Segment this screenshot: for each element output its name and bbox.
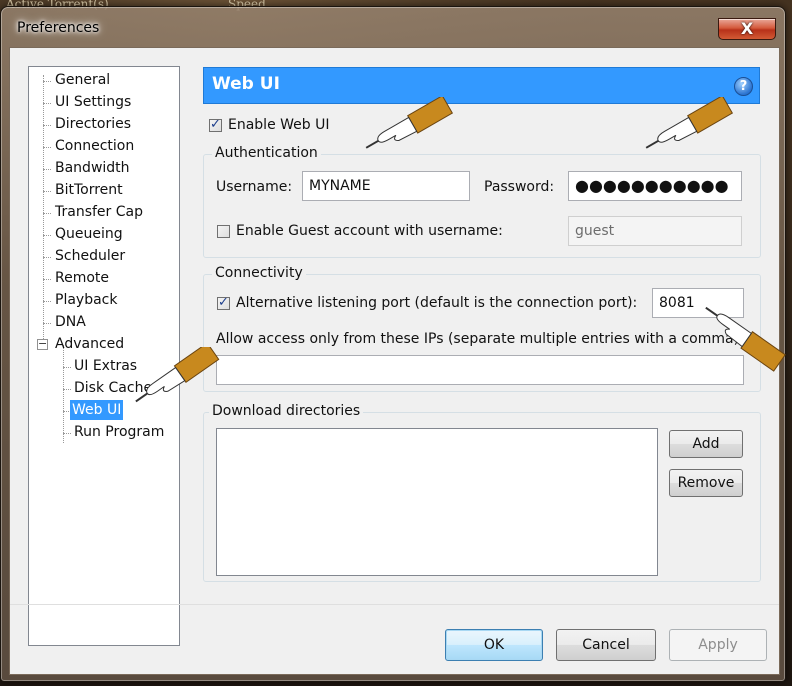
password-field[interactable]: ●●●●●●●●●●●: [568, 171, 742, 201]
authentication-group-title: Authentication: [212, 145, 321, 161]
tree-connector: [63, 433, 71, 434]
tree-item-ui-settings[interactable]: UI Settings: [53, 92, 133, 112]
download-directories-list[interactable]: [216, 428, 658, 576]
tree-connector: [43, 81, 51, 82]
window-title: Preferences: [17, 20, 100, 36]
dialog-footer: [10, 604, 779, 674]
tree-connector: [43, 235, 51, 236]
tree-connector: [43, 257, 51, 258]
tree-connector: [63, 389, 71, 390]
tree-connector: [43, 213, 51, 214]
username-field[interactable]: MYNAME: [302, 171, 470, 201]
tree-item-general[interactable]: General: [53, 70, 112, 90]
ok-button[interactable]: OK: [445, 629, 543, 661]
apply-button: Apply: [669, 629, 767, 661]
tree-connector: [43, 125, 51, 126]
tree-item-queueing[interactable]: Queueing: [53, 224, 125, 244]
tree-item-bandwidth[interactable]: Bandwidth: [53, 158, 132, 178]
tree-item-run-program[interactable]: Run Program: [72, 422, 166, 442]
alt-port-label[interactable]: Alternative listening port (default is t…: [236, 295, 637, 311]
pointing-hand-icon: [135, 347, 220, 403]
tree-item-connection[interactable]: Connection: [53, 136, 136, 156]
pointing-hand-icon: [705, 306, 786, 372]
guest-account-checkbox[interactable]: [217, 225, 230, 238]
tree-connector: [63, 345, 64, 443]
add-directory-button[interactable]: Add: [669, 430, 743, 458]
guest-account-label[interactable]: Enable Guest account with username:: [236, 223, 503, 239]
connectivity-group-title: Connectivity: [212, 265, 306, 281]
page-title: Web UI: [212, 74, 280, 94]
cancel-button[interactable]: Cancel: [556, 629, 656, 661]
guest-username-field[interactable]: guest: [568, 216, 742, 246]
username-label: Username:: [216, 179, 293, 195]
tree-connector: [43, 323, 51, 324]
close-button[interactable]: X: [718, 18, 776, 40]
download-directories-title: Download directories: [209, 403, 364, 419]
enable-webui-label[interactable]: Enable Web UI: [228, 117, 330, 133]
tree-item-scheduler[interactable]: Scheduler: [53, 246, 127, 266]
tree-connector: [43, 301, 51, 302]
help-icon[interactable]: ?: [734, 77, 753, 96]
tree-connector: [43, 169, 51, 170]
tree-connector: [63, 367, 71, 368]
preferences-window: Preferences X General UI Settings Direct…: [0, 6, 786, 682]
tree-item-directories[interactable]: Directories: [53, 114, 133, 134]
tree-connector: [43, 191, 51, 192]
tree-item-transfer-cap[interactable]: Transfer Cap: [53, 202, 145, 222]
tree-connector: [43, 147, 51, 148]
pointing-hand-icon: [645, 97, 734, 149]
remove-directory-button[interactable]: Remove: [669, 469, 743, 497]
tree-item-bittorrent[interactable]: BitTorrent: [53, 180, 125, 200]
allowed-ips-field[interactable]: [216, 355, 744, 385]
enable-webui-checkbox[interactable]: [209, 117, 222, 132]
tree-item-remote[interactable]: Remote: [53, 268, 111, 288]
tree-connector: [43, 103, 51, 104]
tree-item-playback[interactable]: Playback: [53, 290, 119, 310]
alt-port-checkbox[interactable]: [217, 295, 230, 310]
tree-item-web-ui[interactable]: Web UI: [70, 400, 124, 420]
tree-item-advanced[interactable]: Advanced: [53, 334, 126, 354]
collapse-advanced-toggle[interactable]: −: [37, 338, 48, 350]
allowed-ips-label: Allow access only from these IPs (separa…: [216, 331, 744, 347]
pointing-hand-icon: [365, 97, 454, 149]
password-label: Password:: [484, 179, 555, 195]
tree-connector: [43, 279, 51, 280]
tree-item-dna[interactable]: DNA: [53, 312, 88, 332]
